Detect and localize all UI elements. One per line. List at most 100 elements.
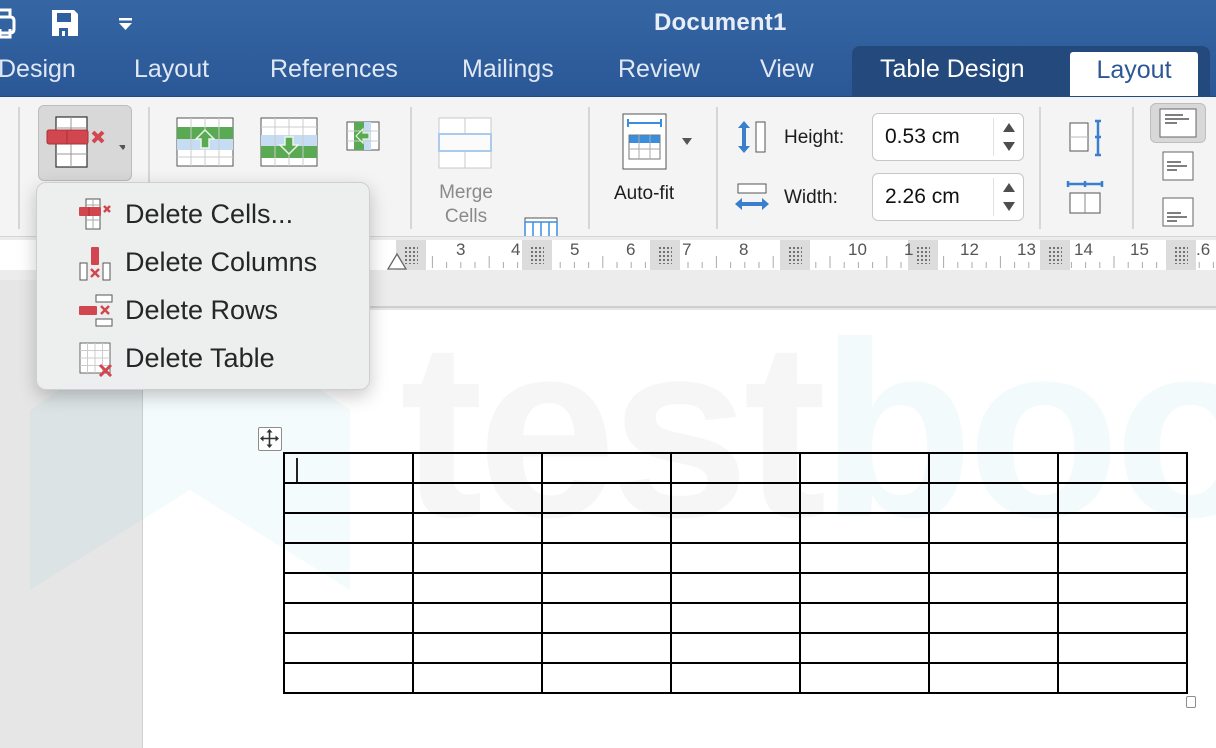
table-cell[interactable]: [541, 452, 672, 484]
height-decrement-icon[interactable]: [1003, 142, 1015, 151]
table-cell[interactable]: [541, 572, 672, 604]
table-cell[interactable]: [670, 452, 801, 484]
insert-column-left-icon[interactable]: [346, 121, 380, 151]
table-cell[interactable]: [670, 482, 801, 514]
table-cell[interactable]: [283, 482, 414, 514]
tab-references[interactable]: References: [270, 55, 398, 84]
ruler-column-marker[interactable]: [1040, 240, 1070, 270]
table-cell[interactable]: [1057, 572, 1188, 604]
table-cell[interactable]: [412, 452, 543, 484]
autofit-icon[interactable]: [622, 113, 668, 171]
ruler-column-marker[interactable]: [650, 240, 680, 270]
table-cell[interactable]: [928, 602, 1059, 634]
tab-mailings[interactable]: Mailings: [462, 55, 554, 84]
menu-item-delete-table[interactable]: Delete Table: [37, 335, 369, 381]
width-increment-icon[interactable]: [1003, 183, 1015, 192]
menu-item-delete-rows[interactable]: Delete Rows: [37, 287, 369, 333]
table-cell[interactable]: [412, 602, 543, 634]
table-cell[interactable]: [799, 572, 930, 604]
table-cell[interactable]: [283, 662, 414, 694]
table-cell[interactable]: [799, 512, 930, 544]
table-resize-handle[interactable]: [1186, 696, 1196, 708]
insert-row-above-icon[interactable]: [176, 117, 234, 167]
table-cell[interactable]: [283, 512, 414, 544]
insert-row-below-icon[interactable]: [260, 117, 318, 167]
width-decrement-icon[interactable]: [1003, 202, 1015, 211]
tab-design[interactable]: Design: [0, 55, 76, 84]
table-cell[interactable]: [670, 512, 801, 544]
height-stepper[interactable]: 0.53 cm: [872, 113, 1024, 161]
table-cell[interactable]: [283, 632, 414, 664]
tab-view[interactable]: View: [760, 55, 814, 84]
distribute-rows-icon[interactable]: [1068, 119, 1106, 157]
table-cell[interactable]: [670, 632, 801, 664]
table-cell[interactable]: [928, 632, 1059, 664]
table-cell[interactable]: [928, 482, 1059, 514]
height-value[interactable]: 0.53 cm: [885, 125, 960, 149]
customize-toolbar-icon[interactable]: [116, 6, 136, 40]
table-cell[interactable]: [928, 572, 1059, 604]
table-cell[interactable]: [1057, 482, 1188, 514]
table-cell[interactable]: [541, 542, 672, 574]
printer-icon[interactable]: [0, 6, 22, 40]
table-cell[interactable]: [541, 602, 672, 634]
table-cell[interactable]: [670, 542, 801, 574]
menu-item-delete-columns[interactable]: Delete Columns: [37, 239, 369, 285]
ruler-column-marker[interactable]: [780, 240, 810, 270]
table-cell[interactable]: [928, 452, 1059, 484]
save-icon[interactable]: [50, 6, 80, 40]
table-cell[interactable]: [670, 602, 801, 634]
table-cell[interactable]: [1057, 452, 1188, 484]
table-cell[interactable]: [412, 542, 543, 574]
align-top-left-button[interactable]: [1150, 103, 1206, 143]
indent-marker-icon[interactable]: [386, 252, 408, 270]
table-cell[interactable]: [928, 542, 1059, 574]
table-cell[interactable]: [1057, 662, 1188, 694]
autofit-label[interactable]: Auto-fit: [614, 183, 674, 205]
autofit-dropdown-icon[interactable]: [681, 137, 693, 147]
width-stepper[interactable]: 2.26 cm: [872, 173, 1024, 221]
table-cell[interactable]: [1057, 602, 1188, 634]
table-cell[interactable]: [412, 482, 543, 514]
ruler-column-marker[interactable]: [522, 240, 552, 270]
distribute-columns-icon[interactable]: [1066, 179, 1106, 215]
table-cell[interactable]: [799, 602, 930, 634]
tab-table-layout[interactable]: Layout: [1070, 52, 1198, 98]
table-cell[interactable]: [412, 632, 543, 664]
table-cell[interactable]: [541, 662, 672, 694]
tab-table-design[interactable]: Table Design: [880, 55, 1025, 84]
table-cell[interactable]: [1057, 542, 1188, 574]
align-bottom-left-icon[interactable]: [1162, 197, 1194, 227]
align-center-left-icon[interactable]: [1162, 151, 1194, 181]
table-cell[interactable]: [928, 662, 1059, 694]
table-cell[interactable]: [283, 452, 414, 484]
table-cell[interactable]: [1057, 632, 1188, 664]
delete-button[interactable]: [38, 105, 132, 181]
table-cell[interactable]: [799, 662, 930, 694]
table-cell[interactable]: [283, 602, 414, 634]
width-value[interactable]: 2.26 cm: [885, 185, 960, 209]
table-cell[interactable]: [412, 662, 543, 694]
table-cell[interactable]: [541, 482, 672, 514]
table-cell[interactable]: [799, 452, 930, 484]
tab-layout[interactable]: Layout: [134, 55, 209, 84]
table-cell[interactable]: [670, 662, 801, 694]
table-cell[interactable]: [799, 632, 930, 664]
table-cell[interactable]: [412, 512, 543, 544]
table-cell[interactable]: [799, 542, 930, 574]
table-cell[interactable]: [928, 512, 1059, 544]
ruler-column-marker[interactable]: [1166, 240, 1196, 270]
table-cell[interactable]: [1057, 512, 1188, 544]
table-cell[interactable]: [799, 482, 930, 514]
table-cell[interactable]: [541, 632, 672, 664]
table-cell[interactable]: [541, 512, 672, 544]
table-cell[interactable]: [283, 572, 414, 604]
table-cell[interactable]: [412, 572, 543, 604]
table-cell[interactable]: [670, 572, 801, 604]
document-table[interactable]: [283, 452, 1188, 694]
table-move-handle[interactable]: [258, 427, 282, 451]
height-increment-icon[interactable]: [1003, 123, 1015, 132]
tab-review[interactable]: Review: [618, 55, 700, 84]
menu-item-delete-cells[interactable]: Delete Cells...: [37, 191, 369, 237]
table-cell[interactable]: [283, 542, 414, 574]
